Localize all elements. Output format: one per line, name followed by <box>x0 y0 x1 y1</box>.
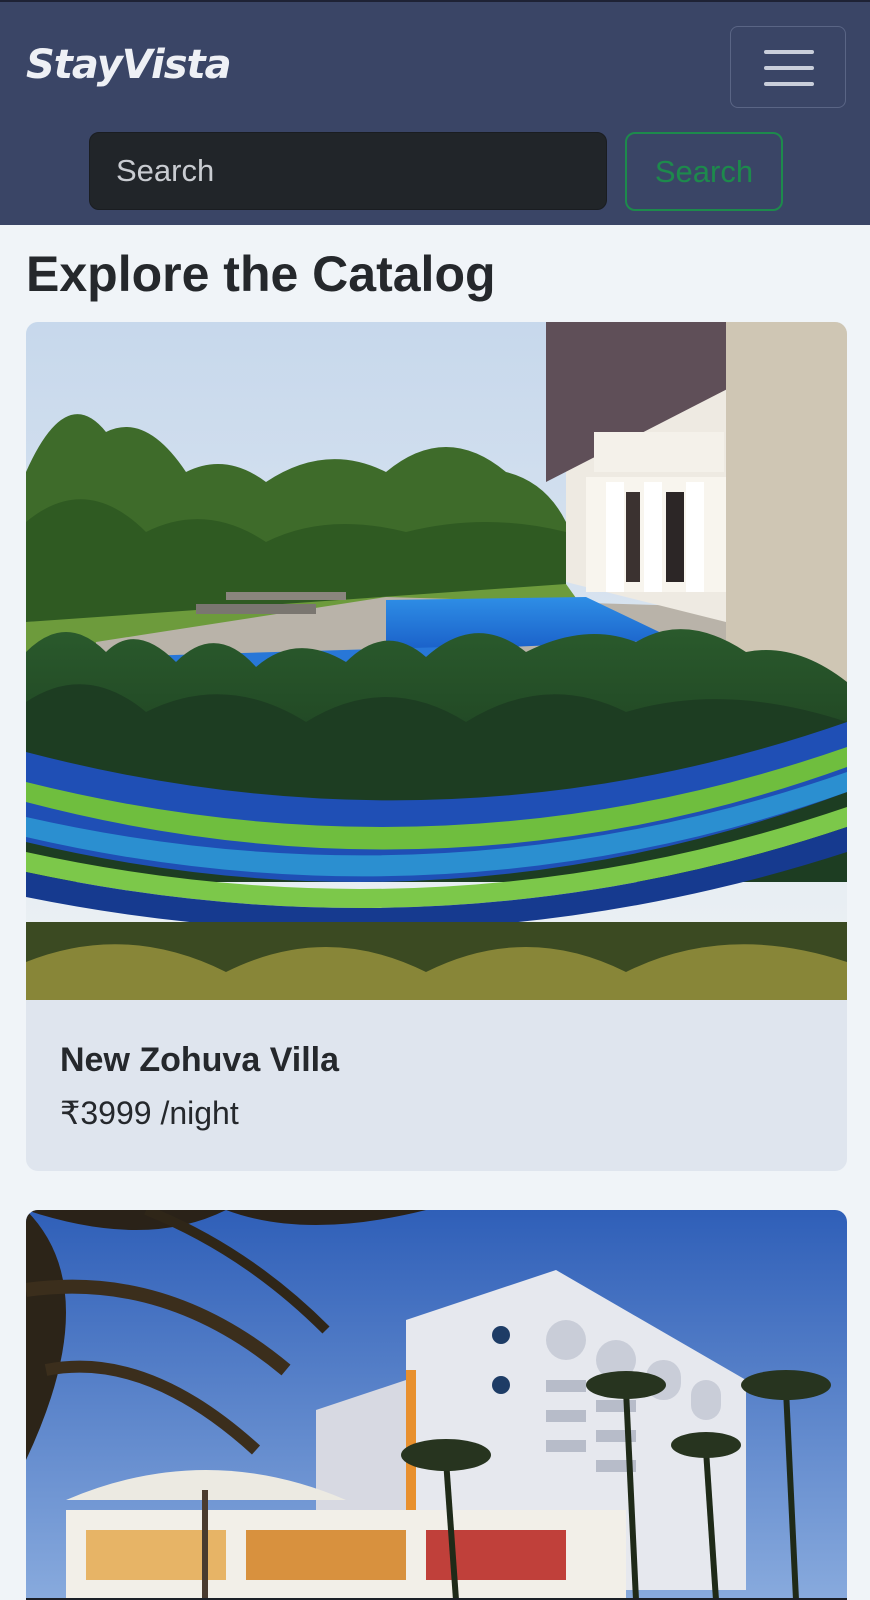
hamburger-icon-bar <box>764 66 814 70</box>
page-title: Explore the Catalog <box>26 246 496 302</box>
search-button[interactable]: Search <box>625 132 783 211</box>
listing-title[interactable]: New Zohuva Villa <box>60 1041 339 1080</box>
hamburger-icon-bar <box>764 82 814 86</box>
menu-toggle-button[interactable] <box>730 26 846 108</box>
listing-image[interactable] <box>26 1210 847 1600</box>
listing-image[interactable] <box>26 322 847 1000</box>
listing-card-body: New Zohuva Villa ₹3999 /night <box>26 1000 847 1171</box>
hamburger-icon <box>764 50 814 54</box>
search-input[interactable] <box>89 132 607 210</box>
brand-logo[interactable]: StayVista <box>26 42 232 88</box>
listing-card[interactable]: New Zohuva Villa ₹3999 /night <box>26 322 847 1171</box>
top-navbar: StayVista Search <box>0 0 870 225</box>
listing-price: ₹3999 /night <box>60 1095 239 1131</box>
listing-card[interactable] <box>26 1210 847 1600</box>
